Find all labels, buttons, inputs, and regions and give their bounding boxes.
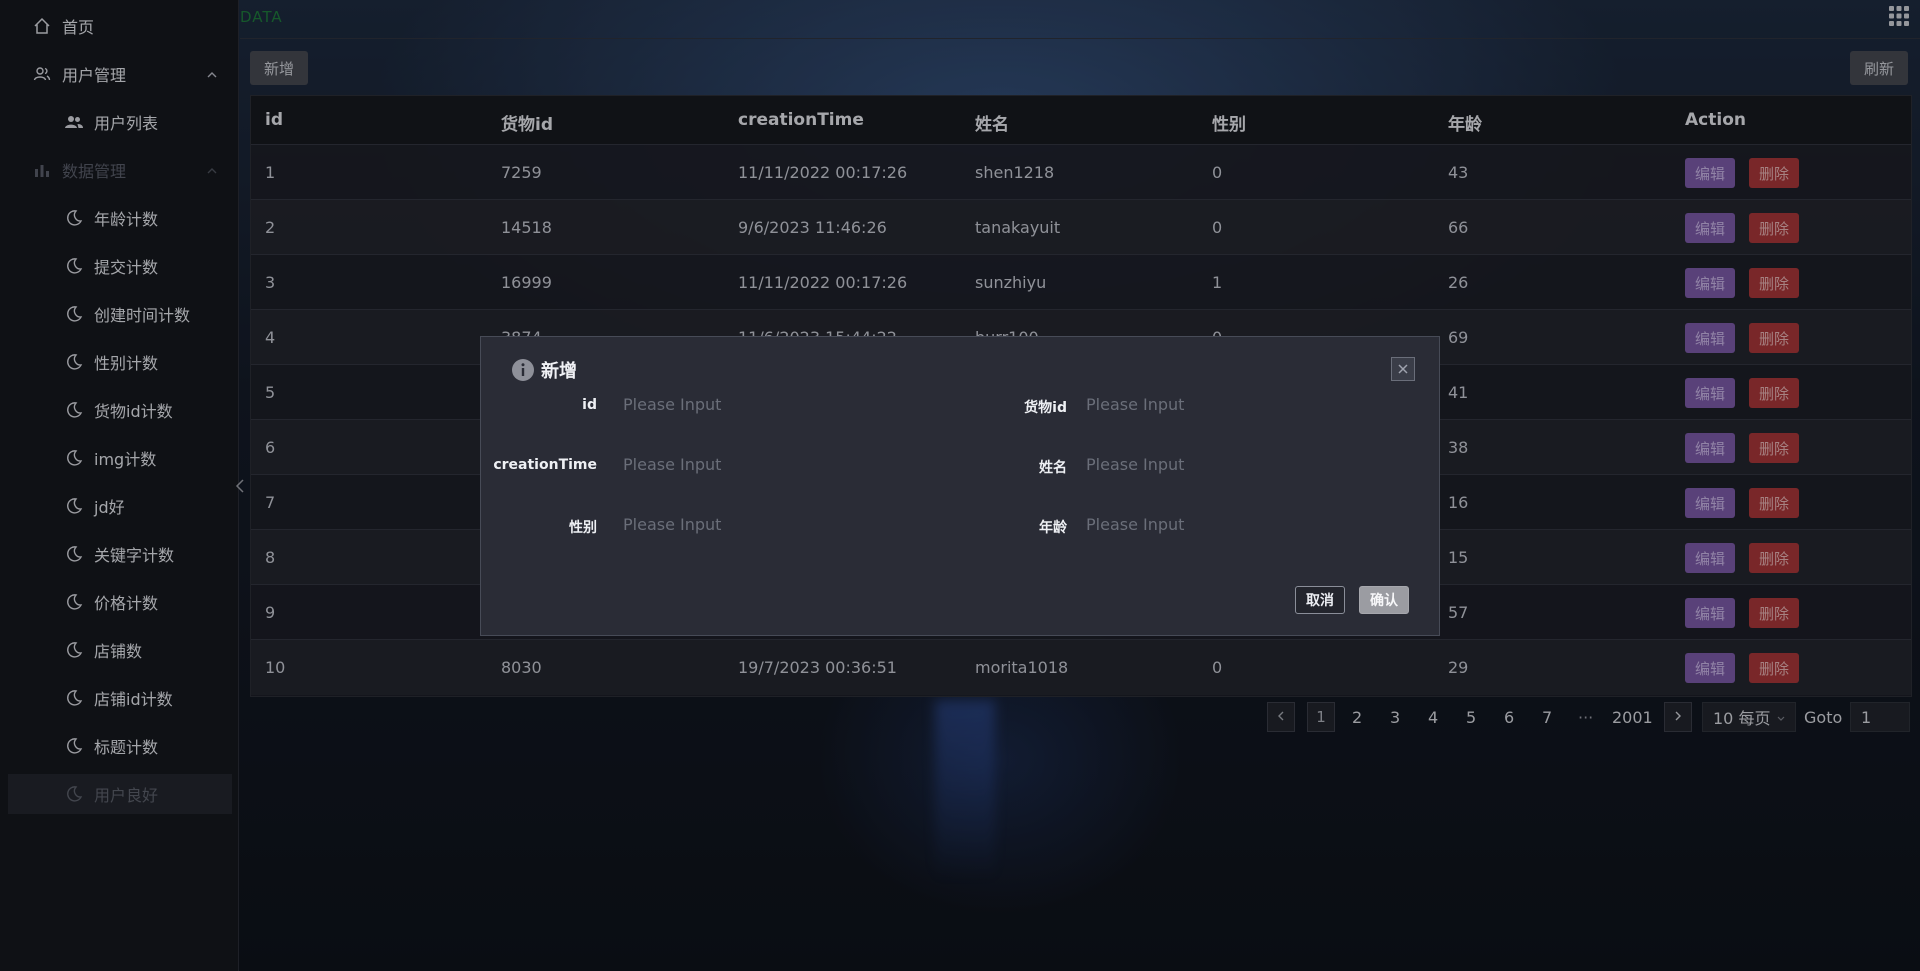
name-input[interactable] [1084, 449, 1388, 479]
field-label-goods-id: 货物id [1024, 400, 1067, 416]
field-label-name: 姓名 [1039, 460, 1067, 476]
close-icon [1397, 360, 1409, 379]
field-label-id: id [582, 397, 597, 413]
goods-id-input[interactable] [1084, 389, 1388, 419]
add-dialog: 新增 id 货物id creationTime 姓名 性别 年龄 取消 确认 [480, 336, 1440, 636]
dialog-title: 新增 [511, 357, 577, 383]
creation-time-input[interactable] [621, 449, 925, 479]
field-label-age: 年龄 [1039, 520, 1067, 536]
cancel-button[interactable]: 取消 [1295, 586, 1345, 614]
age-input[interactable] [1084, 509, 1388, 539]
info-icon [511, 358, 535, 382]
close-button[interactable] [1391, 357, 1415, 381]
id-input[interactable] [621, 389, 925, 419]
dialog-title-text: 新增 [541, 361, 577, 382]
field-label-gender: 性别 [569, 520, 597, 536]
field-label-creation-time: creationTime [493, 457, 597, 473]
gender-input[interactable] [621, 509, 925, 539]
confirm-button[interactable]: 确认 [1359, 586, 1409, 614]
